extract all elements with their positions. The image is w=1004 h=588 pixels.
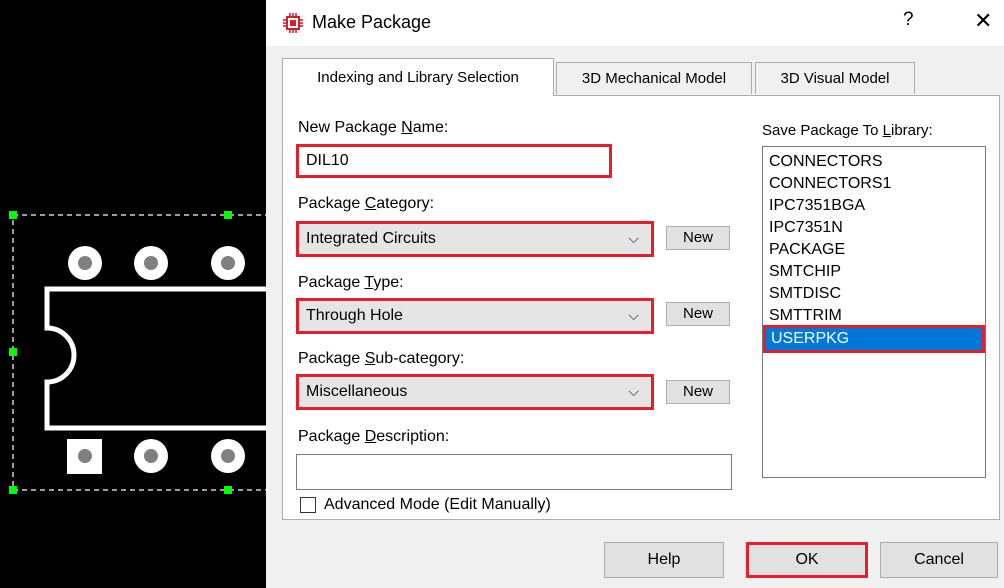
package-footprint [9, 211, 266, 494]
package-type-label: Package Type: [298, 274, 404, 291]
title-bar[interactable]: Make Package ? ✕ [266, 0, 1004, 46]
selection-handle [9, 211, 17, 219]
ok-button[interactable]: OK [746, 542, 868, 578]
chevron-down-icon: ⌵ [628, 383, 639, 399]
list-item[interactable]: IPC7351BGA [769, 195, 865, 217]
tab-indexing-library[interactable]: Indexing and Library Selection [282, 58, 554, 96]
list-item[interactable]: CONNECTORS1 [769, 173, 891, 195]
advanced-mode-checkbox[interactable] [300, 497, 316, 513]
pcb-canvas[interactable] [0, 0, 267, 588]
package-category-label: Package Category: [298, 195, 435, 212]
selection-handle [9, 486, 17, 494]
selection-handle [224, 211, 232, 219]
list-item[interactable]: CONNECTORS [769, 151, 883, 173]
chevron-down-icon: ⌵ [628, 307, 639, 323]
library-label: Save Package To Library: [762, 122, 933, 139]
advanced-mode-label: Advanced Mode (Edit Manually) [324, 496, 551, 513]
chip-icon [283, 13, 303, 33]
package-name-label: New Package Name: [298, 119, 449, 136]
silkscreen-outline [44, 286, 266, 431]
library-list[interactable]: CONNECTORS CONNECTORS1 IPC7351BGA IPC735… [762, 146, 986, 478]
tab-3d-mechanical[interactable]: 3D Mechanical Model [556, 62, 752, 94]
package-subcategory-value: Miscellaneous [306, 383, 408, 400]
package-category-select[interactable]: Integrated Circuits ⌵ [296, 221, 654, 257]
close-icon[interactable]: ✕ [974, 8, 992, 34]
package-category-value: Integrated Circuits [306, 230, 436, 247]
cancel-button[interactable]: Cancel [880, 542, 998, 578]
chevron-down-icon: ⌵ [628, 230, 639, 246]
make-package-dialog: Make Package ? ✕ Indexing and Library Se… [266, 0, 1004, 588]
list-item[interactable]: PACKAGE [769, 239, 845, 261]
new-subcategory-button[interactable]: New [666, 380, 730, 404]
package-description-input[interactable] [296, 454, 732, 490]
package-subcategory-select[interactable]: Miscellaneous ⌵ [296, 374, 654, 410]
selection-handle [224, 486, 232, 494]
list-item[interactable]: SMTDISC [769, 283, 841, 305]
package-type-value: Through Hole [306, 307, 403, 324]
package-subcategory-label: Package Sub-category: [298, 350, 465, 367]
new-category-button[interactable]: New [666, 226, 730, 250]
package-description-label: Package Description: [298, 428, 450, 445]
new-type-button[interactable]: New [666, 302, 730, 326]
list-item-selected[interactable]: USERPKG [763, 325, 985, 353]
package-type-select[interactable]: Through Hole ⌵ [296, 298, 654, 334]
list-item[interactable]: SMTTRIM [769, 305, 842, 327]
dialog-title: Make Package [312, 12, 432, 32]
selection-handle [9, 348, 17, 356]
tab-3d-visual[interactable]: 3D Visual Model [755, 62, 915, 94]
help-icon[interactable]: ? [903, 9, 914, 31]
list-item[interactable]: SMTCHIP [769, 261, 841, 283]
list-item[interactable]: IPC7351N [769, 217, 843, 239]
package-name-input[interactable]: DIL10 [296, 144, 612, 178]
help-button[interactable]: Help [604, 542, 724, 578]
